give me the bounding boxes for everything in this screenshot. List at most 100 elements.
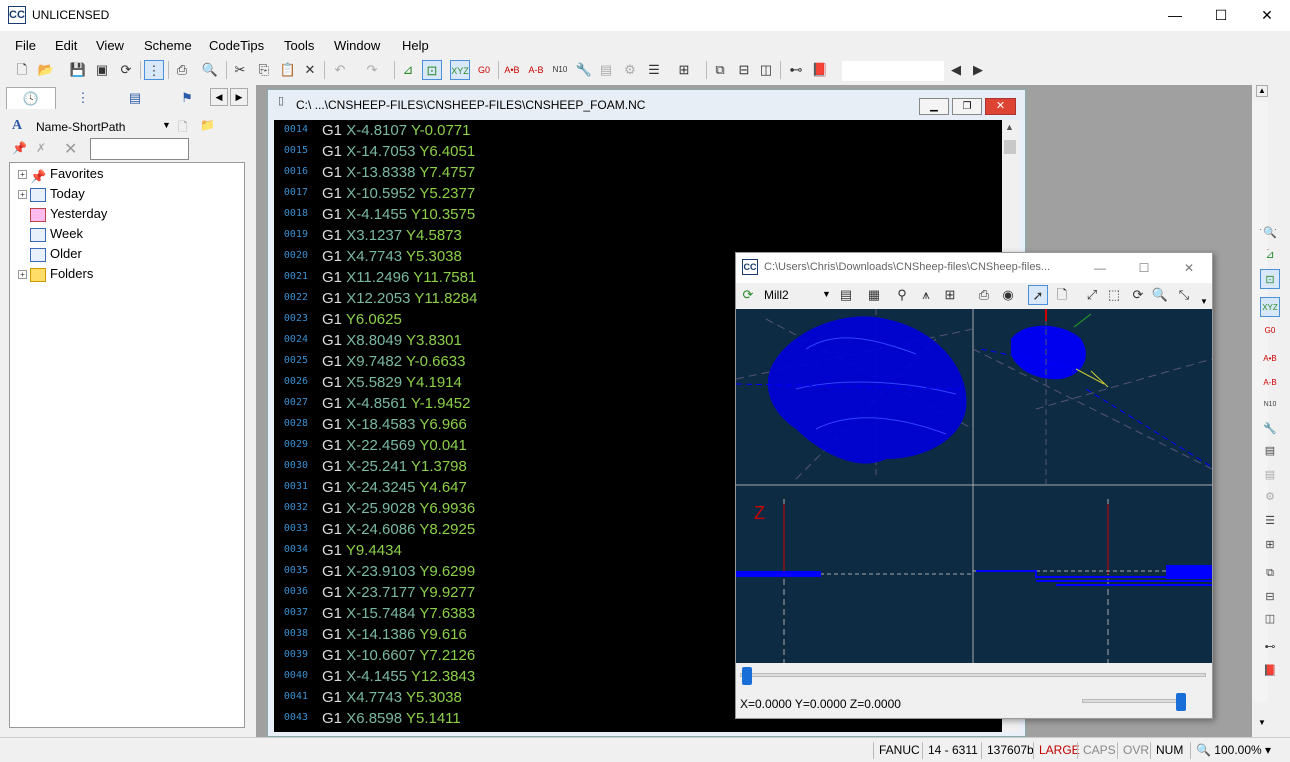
tile-horizontal-icon[interactable]: ⊟ [734,60,754,80]
menu-window[interactable]: Window [334,38,380,53]
tile-vertical-icon[interactable]: ◫ [756,60,776,80]
print-icon[interactable]: ⎙ [172,60,192,80]
backplot-window-icon[interactable]: ⊡ [1260,269,1280,289]
cascade-icon[interactable]: ⧉ [1260,563,1280,583]
backplot-icon[interactable]: ⊿ [398,60,418,80]
nav-forward-button[interactable]: ▶ [968,60,988,80]
viewer-close-button[interactable]: ✕ [1166,253,1212,283]
editor-restore-button[interactable]: ❐ [952,98,982,115]
document-tab[interactable]: ▤ [110,87,160,109]
tree-tab[interactable]: ⋮ [58,87,108,109]
save-all-icon[interactable]: ▣ [92,60,112,80]
status-zoom[interactable]: 🔍 100.00% ▾ [1190,742,1276,759]
tree-item-favorites[interactable]: + 📌 Favorites [18,165,103,184]
copy-icon[interactable]: ⎘ [254,60,274,80]
tile-vertical-icon[interactable]: ◫ [1260,609,1280,629]
print-icon[interactable]: ⎙ [974,285,994,305]
remove-icon[interactable]: ✕ [64,139,77,159]
lock-icon[interactable]: ▤ [596,60,616,80]
pointer-icon[interactable]: ➚ [1028,285,1048,305]
list-icon[interactable]: ☰ [644,60,664,80]
remove-space-icon[interactable]: A-B [526,60,546,80]
code-line[interactable]: 0017 G1 X-10.5952 Y5.2377 [274,183,1002,204]
menu-edit[interactable]: Edit [55,38,77,53]
g-code-icon[interactable]: G0 [1260,321,1280,341]
redo-icon[interactable]: ↷ [362,60,382,80]
tree-item-folders[interactable]: + Folders [18,265,93,283]
insert-icon[interactable]: ⊞ [674,60,694,80]
cut-icon[interactable]: ✂ [230,60,250,80]
filter-icon[interactable]: ⚲ [892,285,912,305]
editor-close-button[interactable]: ✕ [985,98,1016,115]
scroll-up-icon[interactable]: ▲ [1256,85,1268,97]
paste-icon[interactable]: 📋 [278,60,298,80]
tree-view-icon[interactable]: ⊷ [1260,637,1280,657]
list-icon[interactable]: ☰ [1260,511,1280,531]
menu-view[interactable]: View [96,38,124,53]
playback-slider[interactable] [736,663,1212,689]
menu-help[interactable]: Help [402,38,429,53]
new-file-icon[interactable]: 🗋 [12,60,32,80]
gear-icon[interactable]: ⚙ [1260,487,1280,507]
g-code-icon[interactable]: G0 [474,60,494,80]
settings-icon[interactable]: ▤ [1260,441,1280,461]
backplot-icon[interactable]: ⊿ [1260,245,1280,265]
code-line[interactable]: 0014 G1 X-4.8107 Y-0.0771 [274,120,1002,141]
folder-icon[interactable]: 📁 [200,118,215,132]
new-document-icon[interactable]: 🗋 [178,118,188,139]
machine-select[interactable]: Mill2 [764,288,789,302]
chevron-down-icon[interactable]: ▼ [1200,297,1208,306]
add-space-icon[interactable]: A•B [502,60,522,80]
cascade-icon[interactable]: ⧉ [710,60,730,80]
menu-codetips[interactable]: CodeTips [209,38,264,53]
backplot-window-icon[interactable]: ⊡ [422,60,442,80]
tree-item-week[interactable]: +Week [18,225,83,243]
tile-horizontal-icon[interactable]: ⊟ [1260,587,1280,607]
add-space-icon[interactable]: A•B [1260,349,1280,369]
speed-slider-thumb[interactable] [1176,693,1186,711]
sort-select[interactable]: Name-ShortPath [36,120,125,134]
print-preview-icon[interactable]: 🔍 [200,60,220,80]
flag-tab[interactable]: ⚑ [162,87,212,109]
xyz-icon[interactable]: XYZ [1260,297,1280,317]
tree-item-older[interactable]: +Older [18,245,82,263]
tab-scroll-right-button[interactable]: ▶ [230,88,248,106]
viewer-maximize-button[interactable]: ☐ [1122,253,1166,283]
insert-icon[interactable]: ⊞ [1260,535,1280,555]
editor-minimize-button[interactable]: ▁ [919,98,949,115]
pin-icon[interactable]: 📌 [12,141,27,155]
code-line[interactable]: 0016 G1 X-13.8338 Y7.4757 [274,162,1002,183]
search-box[interactable] [842,61,944,81]
book-icon[interactable]: 📕 [1260,661,1280,681]
zoom-icon[interactable]: 🔍 [1150,285,1170,305]
renumber-icon[interactable]: N10 [550,60,570,80]
history-tab[interactable]: 🕓 [6,87,56,109]
document-settings-icon[interactable]: ▦ [864,285,884,305]
maximize-button[interactable]: ☐ [1198,0,1244,31]
undo-icon[interactable]: ↶ [330,60,350,80]
speed-slider[interactable] [1082,699,1186,703]
tree-view-icon[interactable]: ⊷ [786,60,806,80]
expand-icon[interactable]: + [18,190,27,200]
xyz-icon[interactable]: XYZ [450,60,470,80]
open-folder-icon[interactable]: 📂 [36,60,56,80]
menu-scheme[interactable]: Scheme [144,38,192,53]
code-line[interactable]: 0019 G1 X3.1237 Y4.5873 [274,225,1002,246]
refresh-icon[interactable]: ⟳ [738,285,758,305]
menu-file[interactable]: File [15,38,36,53]
save-icon[interactable]: 💾 [68,60,88,80]
menu-tools[interactable]: Tools [284,38,314,53]
settings-icon[interactable]: ⚙ [620,60,640,80]
fit-icon[interactable]: ⤢ [1082,285,1102,305]
tree-item-yesterday[interactable]: +Yesterday [18,205,107,223]
tab-scroll-left-button[interactable]: ◀ [210,88,228,106]
remove-space-icon[interactable]: A-B [1260,373,1280,393]
wrench-icon[interactable]: 🔧 [1260,419,1280,439]
minimize-button[interactable]: — [1152,0,1198,31]
book-icon[interactable]: 📕 [810,60,830,80]
code-line[interactable]: 0018 G1 X-4.1455 Y10.3575 [274,204,1002,225]
refresh-icon[interactable]: ⟳ [116,60,136,80]
expand-icon[interactable]: + [18,170,27,180]
expand-icon[interactable]: + [18,270,27,280]
code-line[interactable]: 0015 G1 X-14.7053 Y6.4051 [274,141,1002,162]
